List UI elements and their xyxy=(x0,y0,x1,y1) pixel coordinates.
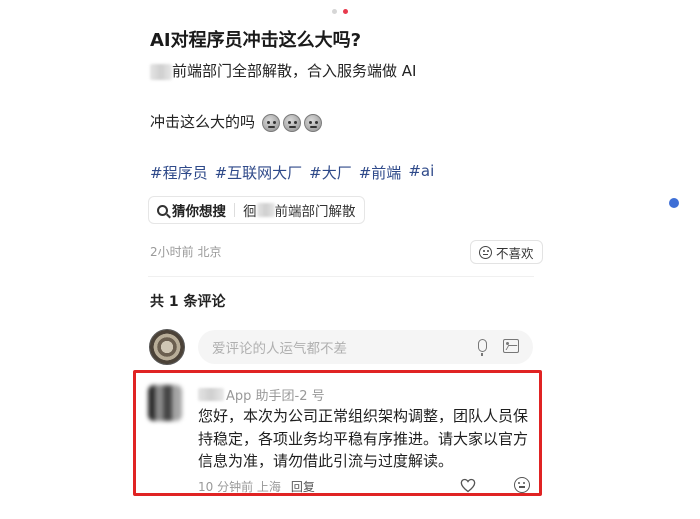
dislike-button[interactable]: 不喜欢 xyxy=(470,240,543,264)
divider xyxy=(234,203,235,217)
redacted-text xyxy=(256,203,275,217)
post-body-line-1-text: 前端部门全部解散，合入服务端做 AI xyxy=(172,62,417,80)
redacted-company-name xyxy=(150,63,172,80)
post-meta: 2小时前 北京 xyxy=(150,245,222,259)
comment-meta: 10 分钟前 上海 回复 xyxy=(198,478,315,495)
comment-author-name: App 助手团-2 号 xyxy=(226,389,325,404)
hashtag[interactable]: #ai xyxy=(408,162,434,183)
guess-search-chip[interactable]: 猜你想搜 徊 前端部门解散 xyxy=(148,196,365,224)
emoji-group xyxy=(261,113,322,132)
avatar[interactable] xyxy=(149,329,185,365)
hashtag-list: #程序员 #互联网大厂 #大厂 #前端 #ai xyxy=(150,162,434,183)
sad-emoji-icon xyxy=(282,113,301,132)
hashtag[interactable]: #大厂 xyxy=(309,162,352,183)
comment-time-location: 10 分钟前 上海 xyxy=(198,480,281,494)
section-divider xyxy=(148,276,534,277)
heart-icon[interactable] xyxy=(460,478,476,493)
image-icon[interactable] xyxy=(503,339,519,353)
post-title: AI对程序员冲击这么大吗? xyxy=(150,30,362,51)
post-body-line-1: 前端部门全部解散，合入服务端做 AI xyxy=(150,60,416,81)
hashtag[interactable]: #程序员 xyxy=(150,162,208,183)
search-icon xyxy=(157,204,168,216)
post-body-line-2: 冲击这么大的吗 xyxy=(150,111,322,132)
comment-text: 您好，本次为公司正常组织架构调整，团队人员保持稳定，各项业务均平稳有序推进。请大… xyxy=(198,407,529,470)
hashtag[interactable]: #互联网大厂 xyxy=(215,162,303,183)
guess-query-prefix: 徊 xyxy=(243,204,257,220)
sad-emoji-icon xyxy=(261,113,280,132)
guess-search-label: 猜你想搜 xyxy=(172,204,226,220)
comment-input-placeholder: 爱评论的人运气都不差 xyxy=(212,341,347,357)
pager-dot[interactable] xyxy=(332,9,337,14)
comment-count: 共 1 条评论 xyxy=(150,294,226,310)
dislike-label: 不喜欢 xyxy=(496,245,534,261)
guess-query-text: 前端部门解散 xyxy=(274,204,356,220)
side-indicator-dot xyxy=(669,198,679,208)
comment-author-avatar[interactable] xyxy=(148,385,182,421)
comment-author[interactable]: App 助手团-2 号 xyxy=(198,385,325,404)
reply-button[interactable]: 回复 xyxy=(291,480,315,494)
image-pager xyxy=(332,9,348,14)
emoji-icon[interactable] xyxy=(514,477,530,493)
comment-input[interactable]: 爱评论的人运气都不差 xyxy=(198,330,533,364)
hashtag[interactable]: #前端 xyxy=(359,162,402,183)
microphone-icon[interactable] xyxy=(478,339,487,356)
dislike-face-icon xyxy=(479,245,492,259)
pager-dot-active[interactable] xyxy=(343,9,348,14)
screen: AI对程序员冲击这么大吗? 前端部门全部解散，合入服务端做 AI 冲击这么大的吗… xyxy=(0,0,700,519)
guess-search-query[interactable]: 徊 前端部门解散 xyxy=(243,200,356,220)
sad-emoji-icon xyxy=(303,113,322,132)
post-body-line-2-text: 冲击这么大的吗 xyxy=(150,113,256,131)
redacted-author-prefix xyxy=(198,388,224,401)
